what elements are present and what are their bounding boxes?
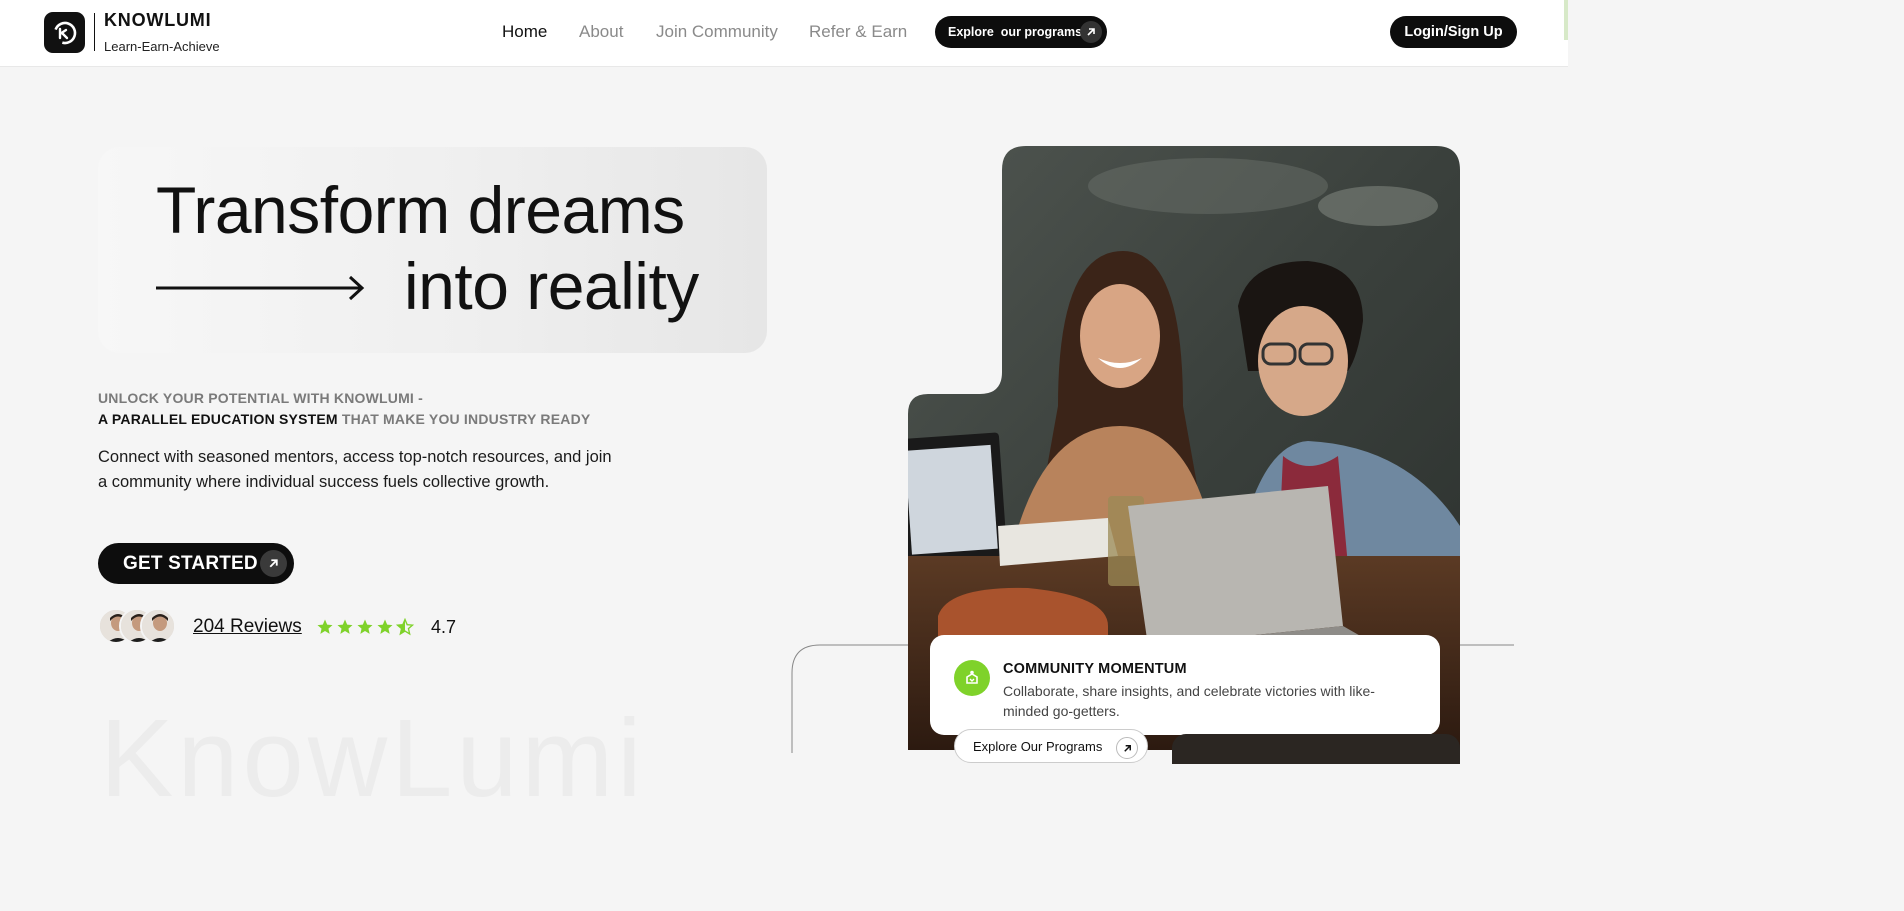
community-card: COMMUNITY MOMENTUM Collaborate, share in…: [930, 635, 1440, 735]
arrow-up-right-icon: [1116, 737, 1138, 759]
eyebrow-rest: THAT MAKE YOU INDUSTRY READY: [341, 411, 591, 427]
brand-name[interactable]: KNOWLUMI: [104, 10, 211, 31]
community-title: COMMUNITY MOMENTUM: [1003, 661, 1187, 677]
nav-about[interactable]: About: [579, 22, 623, 42]
rating-value: 4.7: [431, 617, 457, 637]
nav-home[interactable]: Home: [502, 22, 547, 42]
get-started-button[interactable]: GET STARTED: [98, 543, 294, 584]
headline-line-2: into reality: [404, 249, 699, 323]
eyebrow-line-2: A PARALLEL EDUCATION SYSTEM THAT MAKE YO…: [98, 409, 590, 430]
hero-description: Connect with seasoned mentors, access to…: [98, 448, 612, 491]
star-rating: [316, 618, 414, 636]
reviewer-avatars: [98, 608, 178, 646]
get-started-label: GET STARTED: [123, 552, 258, 574]
nav-join-community[interactable]: Join Community: [656, 22, 778, 42]
secondary-photo: [1172, 734, 1460, 764]
eyebrow-line-1: UNLOCK YOUR POTENTIAL WITH KNOWLUMI -: [98, 390, 423, 406]
community-icon: [954, 660, 990, 696]
star-icon: [317, 619, 333, 634]
login-signup-button[interactable]: Login/Sign Up: [1390, 16, 1517, 48]
headline-line-1: Transform dreams: [156, 173, 685, 247]
long-arrow-right-icon: [156, 275, 365, 301]
reviews-link[interactable]: 204 Reviews: [193, 616, 302, 638]
top-navbar: KNOWLUMI Learn-Earn-Achieve Home About J…: [0, 0, 1568, 67]
arrow-up-right-icon: [260, 550, 287, 577]
half-star-icon: [396, 618, 414, 636]
brand-watermark: KnowLumi: [100, 697, 646, 820]
avatar: [140, 608, 176, 644]
star-icon: [357, 619, 373, 634]
brand-tagline: Learn-Earn-Achieve: [104, 39, 220, 54]
logo-divider: [94, 13, 95, 51]
hero-eyebrow: UNLOCK YOUR POTENTIAL WITH KNOWLUMI - A …: [98, 388, 590, 430]
star-icon: [337, 619, 353, 634]
nav-refer-earn[interactable]: Refer & Earn: [809, 22, 907, 42]
star-icon: [377, 619, 393, 634]
explore-programs-button[interactable]: Explore our programs: [935, 16, 1107, 48]
logo-icon[interactable]: [44, 12, 85, 53]
explore-our-programs-button[interactable]: Explore Our Programs: [954, 729, 1148, 763]
eyebrow-bold: A PARALLEL EDUCATION SYSTEM: [98, 411, 338, 427]
community-description: Collaborate, share insights, and celebra…: [1003, 683, 1375, 719]
scroll-edge-accent: [1564, 0, 1568, 40]
arrow-up-right-icon: [1080, 21, 1102, 43]
explore-our-programs-label: Explore Our Programs: [973, 739, 1103, 754]
explore-programs-label: Explore our programs: [948, 25, 1083, 39]
